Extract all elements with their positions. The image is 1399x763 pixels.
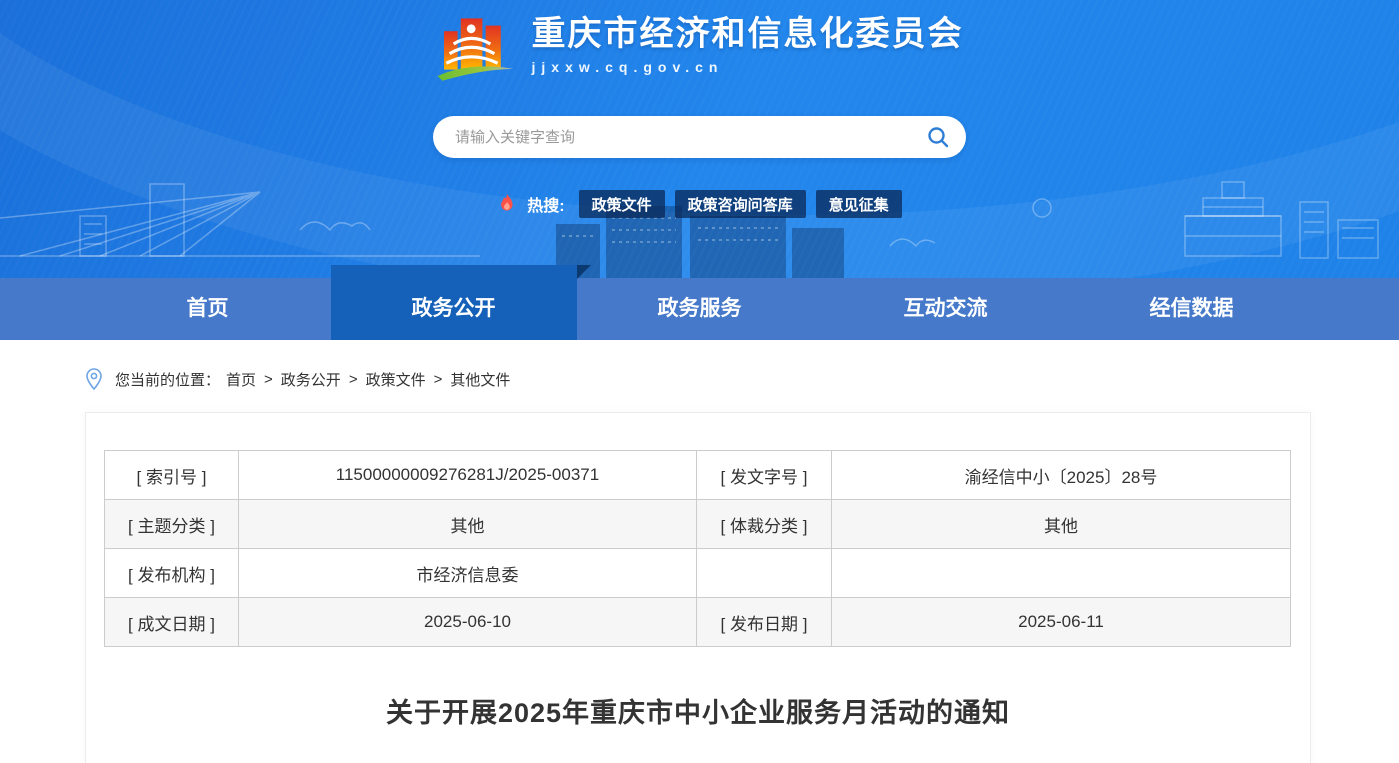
meta-value-issuing-agency: 市经济信息委 (239, 549, 697, 598)
meta-value-doc-number: 渝经信中小〔2025〕28号 (832, 451, 1291, 500)
hot-search-label: 热搜: (527, 192, 564, 216)
meta-value-index-number: 11500000009276281J/2025-00371 (239, 451, 697, 500)
hot-search-bar: 热搜: 政策文件 政策咨询问答库 意见征集 (0, 190, 1399, 218)
site-url: jjxxw.cq.gov.cn (532, 59, 964, 75)
search-icon (926, 125, 950, 149)
article-title: 关于开展2025年重庆市中小企业服务月活动的通知 (86, 691, 1310, 730)
hot-search-opinions[interactable]: 意见征集 (816, 190, 902, 218)
breadcrumb: 您当前的位置： 首页 > 政务公开 > 政策文件 > 其他文件 (85, 366, 1399, 392)
breadcrumb-gov-disclosure[interactable]: 政务公开 (281, 369, 341, 390)
main-nav: 首页 政务公开 政务服务 互动交流 经信数据 (0, 278, 1399, 340)
nav-item-economic-data[interactable]: 经信数据 (1069, 278, 1315, 340)
meta-label-empty (697, 549, 832, 598)
meta-value-written-date: 2025-06-10 (239, 598, 697, 647)
document-card: [ 索引号 ] 11500000009276281J/2025-00371 [ … (85, 412, 1311, 763)
meta-label-written-date: [ 成文日期 ] (105, 598, 239, 647)
flame-icon (497, 193, 517, 215)
location-pin-icon (85, 368, 103, 390)
hot-search-policy-files[interactable]: 政策文件 (579, 190, 665, 218)
city-skyline-decoration (0, 158, 1399, 278)
meta-label-publish-date: [ 发布日期 ] (697, 598, 832, 647)
meta-label-topic-category: [ 主题分类 ] (105, 500, 239, 549)
meta-value-empty (832, 549, 1291, 598)
breadcrumb-prefix: 您当前的位置： (115, 369, 220, 390)
nav-item-gov-disclosure[interactable]: 政务公开 (331, 265, 577, 340)
meta-value-topic-category: 其他 (239, 500, 697, 549)
meta-label-doc-number: [ 发文字号 ] (697, 451, 832, 500)
meta-label-issuing-agency: [ 发布机构 ] (105, 549, 239, 598)
nav-item-interaction[interactable]: 互动交流 (823, 278, 1069, 340)
nav-item-home[interactable]: 首页 (85, 278, 331, 340)
meta-value-publish-date: 2025-06-11 (832, 598, 1291, 647)
search-button[interactable] (920, 119, 956, 155)
site-logo[interactable]: 重庆市经济和信息化委员会 jjxxw.cq.gov.cn (0, 0, 1399, 92)
meta-value-genre-category: 其他 (832, 500, 1291, 549)
breadcrumb-separator: > (347, 371, 360, 388)
breadcrumb-home[interactable]: 首页 (226, 369, 256, 390)
hot-search-policy-qa[interactable]: 政策咨询问答库 (675, 190, 806, 218)
table-row: [ 索引号 ] 11500000009276281J/2025-00371 [ … (105, 451, 1291, 500)
table-row: [ 发布机构 ] 市经济信息委 (105, 549, 1291, 598)
meta-label-genre-category: [ 体裁分类 ] (697, 500, 832, 549)
logo-building-icon (436, 12, 516, 92)
site-header: 重庆市经济和信息化委员会 jjxxw.cq.gov.cn 热搜: 政策文件 政策… (0, 0, 1399, 278)
breadcrumb-other-files[interactable]: 其他文件 (450, 369, 510, 390)
site-title: 重庆市经济和信息化委员会 (532, 12, 964, 56)
breadcrumb-policy-files[interactable]: 政策文件 (366, 369, 426, 390)
meta-label-index-number: [ 索引号 ] (105, 451, 239, 500)
table-row: [ 主题分类 ] 其他 [ 体裁分类 ] 其他 (105, 500, 1291, 549)
breadcrumb-separator: > (432, 371, 445, 388)
nav-item-gov-services[interactable]: 政务服务 (577, 278, 823, 340)
search-input[interactable] (455, 129, 920, 146)
table-row: [ 成文日期 ] 2025-06-10 [ 发布日期 ] 2025-06-11 (105, 598, 1291, 647)
breadcrumb-separator: > (262, 371, 275, 388)
search-bar (433, 116, 966, 158)
document-meta-table: [ 索引号 ] 11500000009276281J/2025-00371 [ … (104, 450, 1291, 647)
